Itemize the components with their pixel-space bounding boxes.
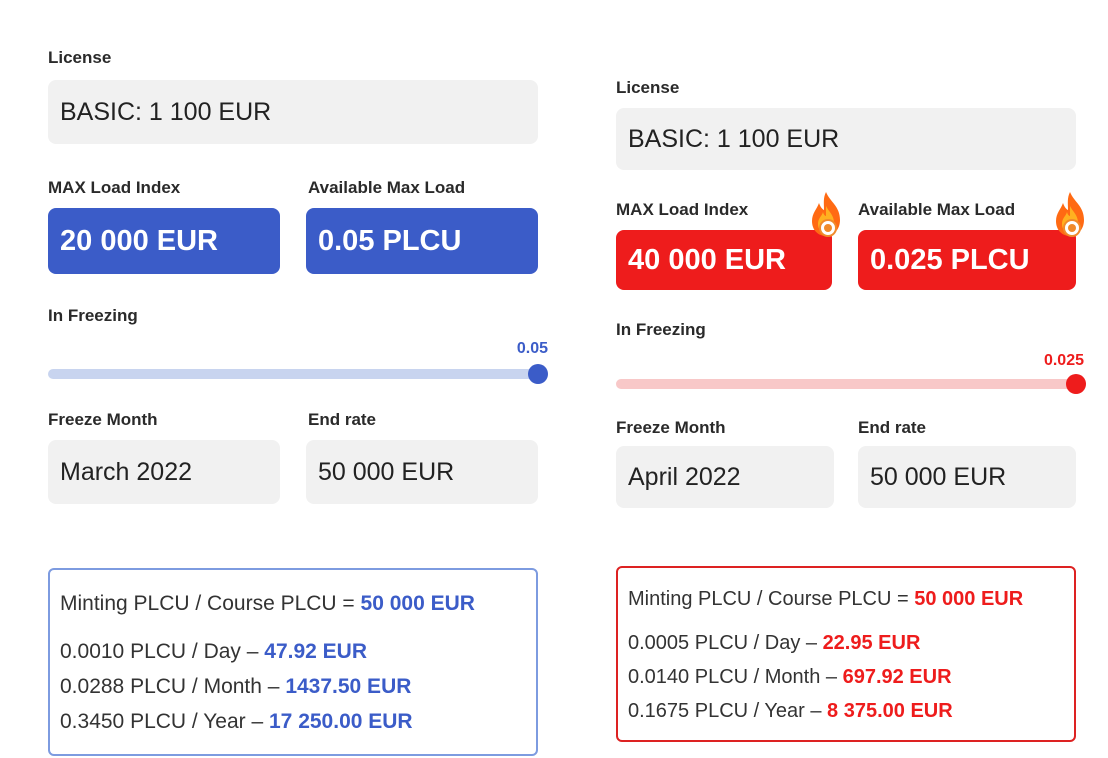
minting-info-box: Minting PLCU / Course PLCU = 50 000 EUR …	[616, 566, 1076, 742]
max-load-index-value: 20 000 EUR	[48, 208, 280, 274]
available-max-load-value: 0.025 PLCU	[858, 230, 1076, 290]
minting-info-box: Minting PLCU / Course PLCU = 50 000 EUR …	[48, 568, 538, 756]
rate-row-prefix: 0.0005 PLCU / Day –	[628, 632, 823, 654]
available-max-load-value: 0.05 PLCU	[306, 208, 538, 274]
end-rate-label: End rate	[858, 418, 927, 437]
end-rate-label: End rate	[308, 410, 377, 429]
rate-row-value: 22.95 EUR	[822, 632, 921, 654]
rate-row-month: 0.0288 PLCU / Month – 1437.50 EUR	[60, 675, 411, 699]
license-field[interactable]: BASIC: 1 100 EUR	[616, 108, 1076, 170]
in-freezing-label: In Freezing	[48, 306, 138, 325]
rate-row-value: 17 250.00 EUR	[269, 710, 413, 733]
fire-icon	[812, 192, 840, 237]
license-panel-basic-red: License BASIC: 1 100 EUR MAX Load Index …	[560, 0, 1108, 758]
rate-row-value: 47.92 EUR	[264, 640, 368, 663]
rate-row-prefix: 0.1675 PLCU / Year –	[628, 700, 828, 722]
fire-icon	[1056, 192, 1084, 237]
freeze-month-field[interactable]: March 2022	[48, 440, 280, 504]
minting-line: Minting PLCU / Course PLCU = 50 000 EUR	[628, 588, 1023, 611]
minting-prefix: Minting PLCU / Course PLCU =	[60, 592, 361, 615]
minting-value: 50 000 EUR	[360, 592, 475, 615]
rate-row-day: 0.0005 PLCU / Day – 22.95 EUR	[628, 632, 920, 655]
freezing-slider-value: 0.025	[1043, 352, 1084, 369]
minting-prefix: Minting PLCU / Course PLCU =	[628, 588, 915, 610]
max-load-index-label: MAX Load Index	[48, 178, 181, 197]
rate-row-year: 0.1675 PLCU / Year – 8 375.00 EUR	[628, 700, 953, 723]
freeze-month-field[interactable]: April 2022	[616, 446, 834, 508]
end-rate-field[interactable]: 50 000 EUR	[306, 440, 538, 504]
max-load-index-label: MAX Load Index	[616, 200, 749, 219]
available-max-load-label: Available Max Load	[308, 178, 466, 197]
rate-row-prefix: 0.3450 PLCU / Year –	[60, 710, 269, 733]
minting-line: Minting PLCU / Course PLCU = 50 000 EUR	[60, 592, 475, 616]
rate-row-prefix: 0.0010 PLCU / Day –	[60, 640, 265, 663]
minting-value: 50 000 EUR	[914, 588, 1024, 610]
rate-row-prefix: 0.0140 PLCU / Month –	[628, 666, 843, 688]
freeze-month-label: Freeze Month	[48, 410, 158, 429]
freezing-slider-thumb[interactable]	[528, 364, 548, 384]
license-panel-basic-blue: License BASIC: 1 100 EUR MAX Load Index …	[0, 0, 560, 758]
license-label: License	[48, 48, 112, 67]
freezing-slider-thumb[interactable]	[1066, 374, 1086, 394]
freezing-slider-track[interactable]	[48, 369, 540, 379]
license-label: License	[616, 78, 680, 97]
end-rate-field[interactable]: 50 000 EUR	[858, 446, 1076, 508]
rate-row-value: 697.92 EUR	[842, 666, 952, 688]
rate-row-day: 0.0010 PLCU / Day – 47.92 EUR	[60, 640, 367, 664]
rate-row-value: 1437.50 EUR	[285, 675, 412, 698]
freezing-slider-track[interactable]	[616, 379, 1078, 389]
max-load-index-value: 40 000 EUR	[616, 230, 832, 290]
rate-row-prefix: 0.0288 PLCU / Month –	[60, 675, 286, 698]
rate-row-value: 8 375.00 EUR	[827, 700, 953, 722]
freeze-month-label: Freeze Month	[616, 418, 726, 437]
in-freezing-label: In Freezing	[616, 320, 706, 339]
license-field[interactable]: BASIC: 1 100 EUR	[48, 80, 538, 144]
available-max-load-label: Available Max Load	[858, 200, 1016, 219]
freezing-slider-value: 0.05	[516, 340, 548, 357]
rate-row-year: 0.3450 PLCU / Year – 17 250.00 EUR	[60, 710, 413, 734]
rate-row-month: 0.0140 PLCU / Month – 697.92 EUR	[628, 666, 952, 689]
